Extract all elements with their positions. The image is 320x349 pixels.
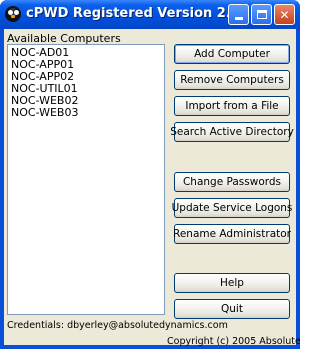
change-passwords-button[interactable]: Change Passwords [174,172,290,192]
change-passwords-label: Change Passwords [182,176,282,188]
import-file-label: Import from a File [185,100,279,112]
remove-computers-button[interactable]: Remove Computers [174,70,290,90]
credentials-text: Credentials: dbyerley@absolutedynamics.c… [7,320,228,331]
quit-button[interactable]: Quit [174,299,290,319]
help-label: Help [220,277,244,289]
maximize-icon [256,10,267,19]
penguin-app-icon [5,6,21,22]
maximize-button[interactable] [251,4,272,25]
search-active-directory-button[interactable]: Search Active Directory [170,122,294,142]
title-bar[interactable]: cPWD Registered Version 2.6 ✕ [0,0,300,29]
window-title: cPWD Registered Version 2.6 [26,6,240,21]
minimize-button[interactable] [228,4,249,25]
close-icon: ✕ [279,7,290,22]
close-button[interactable]: ✕ [274,4,295,25]
search-active-directory-label: Search Active Directory [170,126,294,138]
computers-listbox[interactable]: NOC-AD01 NOC-APP01 NOC-APP02 NOC-UTIL01 … [7,44,165,315]
help-button[interactable]: Help [174,273,290,293]
copyright-text: Copyright (c) 2005 Absolute Dynamics [167,336,300,347]
main-window: cPWD Registered Version 2.6 ✕ Available … [0,0,300,349]
list-item[interactable]: NOC-WEB03 [11,107,78,119]
remove-computers-label: Remove Computers [180,74,284,86]
rename-administrator-button[interactable]: Rename Administrator [173,224,291,244]
update-service-logons-button[interactable]: Update Service Logons [171,198,293,218]
quit-label: Quit [221,303,243,315]
add-computer-button[interactable]: Add Computer [174,44,290,64]
import-file-button[interactable]: Import from a File [174,96,290,116]
minimize-icon [234,17,243,20]
rename-administrator-label: Rename Administrator [173,228,291,240]
update-service-logons-label: Update Service Logons [171,202,293,214]
add-computer-label: Add Computer [194,48,270,60]
client-area: Available Computers NOC-AD01 NOC-APP01 N… [4,29,300,347]
